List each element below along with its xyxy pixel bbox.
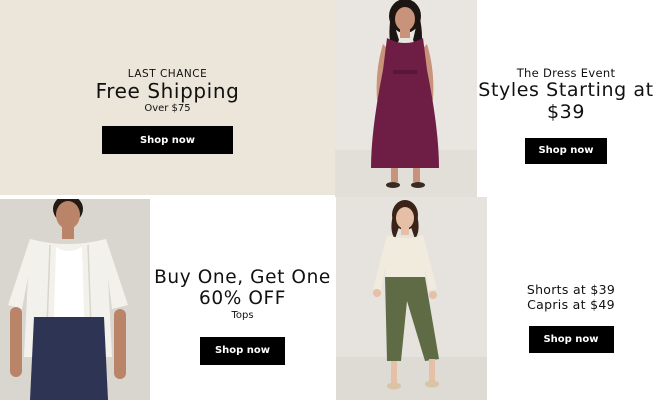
free-shipping-promo: LAST CHANCE Free Shipping Over $75 Shop … — [0, 68, 335, 154]
divider-horizontal — [0, 195, 335, 199]
promo-headline: Free Shipping — [95, 79, 240, 103]
capris-model-image[interactable] — [335, 197, 487, 400]
bogo-promo: Buy One, Get One 60% OFF Tops Shop now — [150, 267, 335, 365]
shop-now-button-shipping[interactable]: Shop now — [102, 126, 233, 154]
promo-line-capris: Capris at $49 — [527, 297, 615, 312]
cardigan-model-illustration — [8, 197, 128, 400]
capris-model-illustration — [335, 200, 487, 400]
promo-kicker: The Dress Event — [516, 66, 616, 80]
promo-headline-line1: Buy One, Get One — [154, 267, 331, 288]
promo-subtext: Over $75 — [144, 103, 191, 114]
shop-now-button-shorts[interactable]: Shop now — [528, 326, 614, 353]
promo-headline-line2: 60% OFF — [198, 288, 287, 310]
divider-vertical — [333, 197, 336, 400]
promo-subtext: Tops — [231, 309, 254, 321]
dress-model-image[interactable] — [335, 0, 477, 197]
shop-now-button-dress[interactable]: Shop now — [525, 137, 607, 164]
dress-event-promo: The Dress Event Styles Starting at $39 S… — [477, 66, 655, 164]
promo-line-shorts: Shorts at $39 — [526, 282, 616, 297]
promo-headline-line1: Styles Starting at — [478, 79, 654, 101]
shorts-capris-promo: Shorts at $39 Capris at $49 Shop now — [487, 282, 655, 353]
cardigan-model-image[interactable] — [0, 197, 150, 400]
shop-now-button-tops[interactable]: Shop now — [200, 336, 285, 365]
promo-headline-line2: $39 — [546, 100, 586, 123]
dress-model-illustration — [335, 0, 477, 197]
